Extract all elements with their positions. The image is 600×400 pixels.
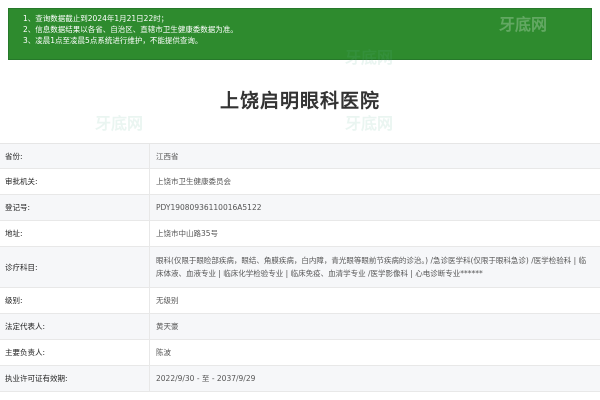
table-row: 主要负责人: 陈波 — [0, 340, 600, 366]
field-value-license-validity: 2022/9/30 - 至 - 2037/9/29 — [156, 374, 256, 383]
notice-banner: 1、查询数据截止到2024年1月21日22时； 2、信息数据结果以各省、自治区、… — [8, 8, 592, 60]
table-row: 审批机关: 上饶市卫生健康委员会 — [0, 169, 600, 195]
table-row: 登记号: PDY19080936110016A5122 — [0, 195, 600, 221]
field-label-departments: 诊疗科目: — [0, 247, 150, 287]
field-value-level: 无级别 — [156, 296, 179, 305]
notice-line: 2、信息数据结果以各省、自治区、直辖市卫生健康委数据为准。 — [23, 25, 238, 34]
watermark-logo: 牙底网 — [95, 114, 144, 133]
table-row: 地址: 上饶市中山路35号 — [0, 221, 600, 247]
watermark-logo: 牙底网 — [345, 114, 394, 133]
table-row: 执业许可证有效期: 2022/9/30 - 至 - 2037/9/29 — [0, 366, 600, 392]
field-value-approval-authority: 上饶市卫生健康委员会 — [156, 177, 231, 186]
table-row: 级别: 无级别 — [0, 288, 600, 314]
field-value-registration-number: PDY19080936110016A5122 — [156, 203, 262, 212]
field-label-approval-authority: 审批机关: — [0, 169, 150, 194]
field-label-license-validity: 执业许可证有效期: — [0, 366, 150, 391]
notice-line: 1、查询数据截止到2024年1月21日22时； — [23, 14, 169, 23]
field-value-legal-representative: 黄天豪 — [156, 322, 179, 331]
table-row: 省份: 江西省 — [0, 144, 600, 169]
field-label-address: 地址: — [0, 221, 150, 246]
field-value-principal: 陈波 — [156, 348, 171, 357]
field-value-departments: 眼科(仅限于眼睑部疾病，眼结、角膜疾病，白内障，青光眼等眼前节疾病的诊治。) /… — [156, 256, 587, 278]
field-label-province: 省份: — [0, 144, 150, 168]
field-label-registration-number: 登记号: — [0, 195, 150, 220]
table-row: 法定代表人: 黄天豪 — [0, 314, 600, 340]
hospital-info-table: 省份: 江西省 审批机关: 上饶市卫生健康委员会 登记号: PDY1908093… — [0, 143, 600, 392]
field-label-level: 级别: — [0, 288, 150, 313]
field-value-province: 江西省 — [156, 151, 179, 161]
notice-line: 3、凌晨1点至凌晨5点系统进行维护，不能提供查询。 — [23, 36, 203, 45]
field-label-legal-representative: 法定代表人: — [0, 314, 150, 339]
field-value-address: 上饶市中山路35号 — [156, 229, 219, 238]
field-label-principal: 主要负责人: — [0, 340, 150, 365]
hospital-title: 上饶启明眼科医院 — [219, 90, 380, 112]
table-row: 诊疗科目: 眼科(仅限于眼睑部疾病，眼结、角膜疾病，白内障，青光眼等眼前节疾病的… — [0, 247, 600, 288]
